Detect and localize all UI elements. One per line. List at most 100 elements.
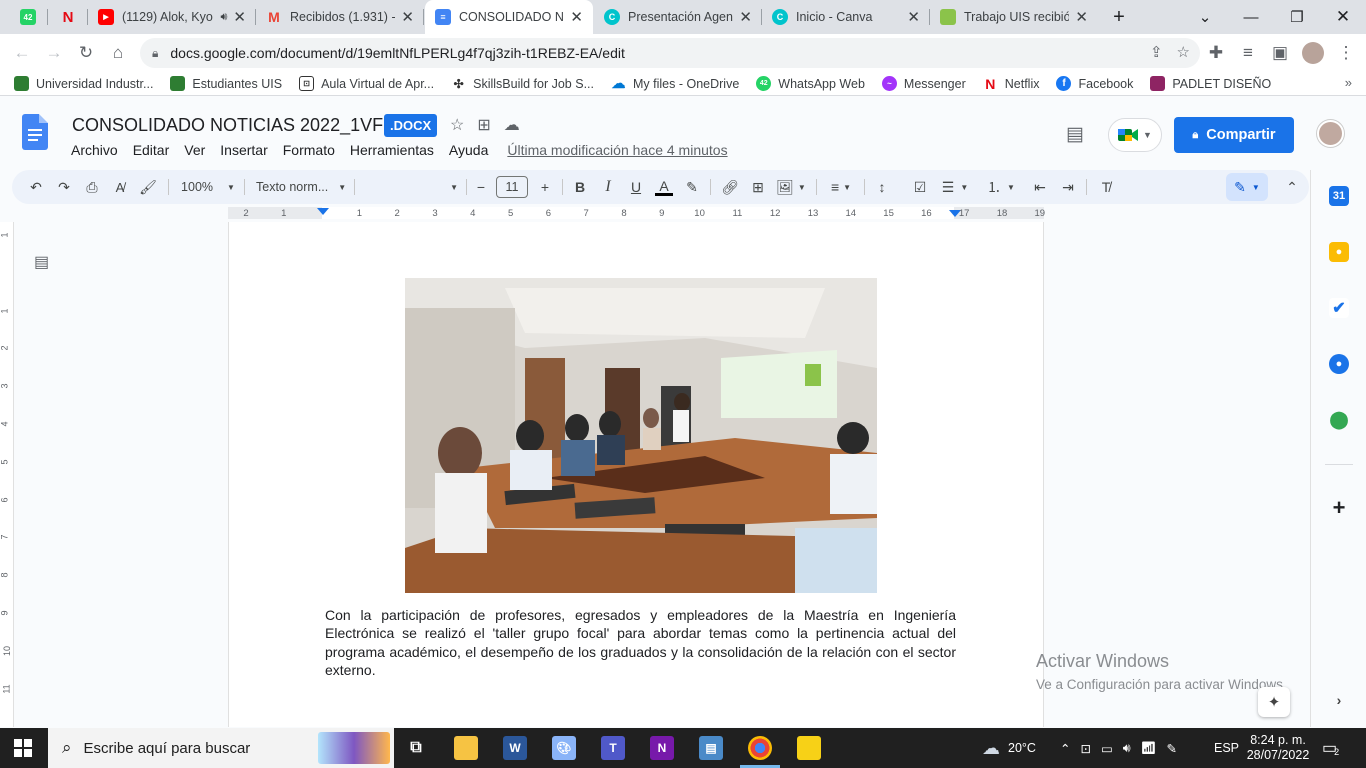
bookmark-item[interactable]: ~ Messenger — [881, 76, 966, 91]
menu-archivo[interactable]: Archivo — [71, 142, 118, 158]
spellcheck-icon[interactable]: A̸ — [108, 170, 132, 204]
side-panel-icon[interactable]: ▣ — [1264, 37, 1296, 69]
close-icon[interactable]: ✕ — [739, 8, 752, 26]
tab-whatsapp[interactable]: 42 — [8, 0, 48, 34]
paragraph-text[interactable]: Con la participación de profesores, egre… — [325, 606, 956, 679]
underline-button[interactable]: U — [624, 170, 648, 204]
chrome-icon[interactable] — [748, 736, 772, 760]
font-family-select[interactable]: ▼ — [362, 170, 458, 204]
account-avatar[interactable] — [1317, 120, 1344, 147]
clear-formatting-icon[interactable]: T̸ — [1094, 170, 1118, 204]
star-icon[interactable]: ☆ — [450, 115, 464, 135]
close-icon[interactable]: ✕ — [570, 8, 583, 26]
extensions-icon[interactable]: ✚ — [1200, 37, 1232, 69]
restore-button[interactable]: ❐ — [1274, 0, 1320, 34]
bookmark-item[interactable]: ✣ SkillsBuild for Job S... — [451, 76, 594, 91]
windows-start-icon[interactable] — [14, 739, 32, 757]
home-button[interactable]: ⌂ — [102, 37, 134, 69]
keep-icon[interactable]: ● — [1329, 242, 1349, 262]
onenote-icon[interactable]: N — [650, 736, 674, 760]
tab-gmail[interactable]: M Recibidos (1.931) - c ✕ — [256, 0, 424, 34]
align-icon[interactable]: ≡ ▼ — [824, 170, 858, 204]
clock[interactable]: 8:24 p. m. 28/07/2022 — [1246, 728, 1310, 768]
task-view-icon[interactable]: ⧉ — [404, 736, 428, 760]
sticky-notes-icon[interactable] — [797, 736, 821, 760]
tab-netflix[interactable]: N — [48, 0, 88, 34]
maps-icon[interactable]: ⬤ — [1329, 410, 1349, 430]
paint-format-icon[interactable]: 🖌︎ — [136, 170, 160, 204]
weather-widget[interactable]: ☁ 20°C — [982, 728, 1036, 768]
bookmark-item[interactable]: PADLET DISEÑO — [1150, 76, 1271, 91]
print-icon[interactable]: ⎙ — [80, 170, 104, 204]
meet-now-icon[interactable]: ⊡ — [1080, 741, 1090, 756]
close-icon[interactable]: ✕ — [907, 8, 920, 26]
tab-search-icon[interactable]: ⌄ — [1182, 0, 1228, 34]
tab-docs[interactable]: ≡ CONSOLIDADO NOT ✕ — [425, 0, 593, 34]
language-indicator[interactable]: ESP — [1214, 728, 1239, 768]
italic-button[interactable]: I — [596, 170, 620, 204]
add-addon-icon[interactable]: + — [1329, 495, 1349, 520]
tasks-icon[interactable]: ✔ — [1329, 298, 1349, 318]
paint-icon[interactable]: 🎨︎ — [552, 736, 576, 760]
tab-canva-presentation[interactable]: C Presentación Agenc ✕ — [594, 0, 762, 34]
new-tab-button[interactable]: + — [1096, 0, 1142, 34]
forward-button[interactable]: → — [38, 37, 70, 69]
tab-sheets[interactable]: Trabajo UIS recibió ✕ — [930, 0, 1098, 34]
font-size-field[interactable]: 11 — [496, 176, 528, 198]
close-icon[interactable]: ✕ — [401, 8, 414, 26]
tab-youtube[interactable]: ▶ (1129) Alok, Kyo 🔊︎ ✕ — [88, 0, 256, 34]
bold-button[interactable]: B — [568, 170, 592, 204]
numbered-list-icon[interactable]: ⒈ ▼ — [984, 170, 1018, 204]
minimize-button[interactable]: — — [1228, 0, 1274, 34]
menu-insertar[interactable]: Insertar — [220, 142, 267, 158]
bookmark-item[interactable]: f Facebook — [1056, 76, 1133, 91]
share-icon[interactable]: ⇪ — [1150, 43, 1163, 61]
highlight-color-icon[interactable]: ✎ — [680, 170, 704, 204]
cloud-status-icon[interactable]: ☁ — [504, 115, 520, 135]
redo-icon[interactable]: ↷ — [52, 170, 76, 204]
paragraph-style-select[interactable]: Texto norm... ▼ — [256, 170, 348, 204]
move-folder-icon[interactable]: ⊞ — [477, 115, 490, 135]
menu-ver[interactable]: Ver — [184, 142, 205, 158]
horizontal-ruler[interactable]: 2 1 1 2 3 4 5 6 7 8 9 10 11 12 13 14 15 16 17 18 19 — [228, 206, 1045, 220]
editing-mode-button[interactable]: ✎ ▼ — [1226, 173, 1268, 201]
meet-button[interactable]: ▼ — [1108, 118, 1162, 152]
close-icon[interactable]: ✕ — [1075, 8, 1088, 26]
teams-icon[interactable]: T — [601, 736, 625, 760]
contacts-icon[interactable]: ● — [1329, 354, 1349, 374]
menu-ayuda[interactable]: Ayuda — [449, 142, 488, 158]
vertical-ruler[interactable]: 1 1 2 3 4 5 6 7 8 9 10 11 — [0, 222, 14, 727]
pen-icon[interactable]: ✎ — [1167, 741, 1177, 756]
word-icon[interactable]: W — [503, 736, 527, 760]
close-icon[interactable]: ✕ — [233, 8, 246, 26]
show-hidden-icons-icon[interactable]: ⌃ — [1060, 741, 1070, 756]
share-button[interactable]: 🔒︎ Compartir — [1174, 117, 1294, 153]
increase-font-size-button[interactable]: + — [536, 170, 554, 204]
wifi-icon[interactable]: 📶︎ — [1141, 741, 1157, 756]
bookmark-item[interactable]: Estudiantes UIS — [170, 76, 282, 91]
bookmark-item[interactable]: Universidad Industr... — [14, 76, 153, 91]
zoom-select[interactable]: 100% ▼ — [178, 170, 238, 204]
bookmark-item[interactable]: ☁ My files - OneDrive — [611, 75, 740, 91]
chevron-right-icon[interactable]: › — [1329, 690, 1349, 710]
taskbar-search-box[interactable]: ⌕ Escribe aquí para buscar — [48, 728, 394, 768]
undo-icon[interactable]: ↶ — [24, 170, 48, 204]
file-explorer-icon[interactable] — [454, 736, 478, 760]
comments-icon[interactable]: ▤ — [1066, 123, 1084, 146]
explore-button[interactable]: ✦ — [1258, 687, 1290, 717]
increase-indent-icon[interactable]: ⇥ — [1056, 170, 1080, 204]
insert-image-icon[interactable]: 🖼︎ ▼ — [774, 170, 808, 204]
volume-icon[interactable]: 🔊︎ — [1123, 741, 1131, 756]
bookmark-item[interactable]: 42 WhatsApp Web — [756, 76, 865, 91]
back-button[interactable]: ← — [6, 37, 38, 69]
bulleted-list-icon[interactable]: ☰ ▼ — [938, 170, 972, 204]
url-field[interactable]: 🔒︎ docs.google.com/document/d/19emltNfLP… — [140, 38, 1200, 68]
lock-icon[interactable]: 🔒︎ — [152, 46, 158, 61]
docs-logo-icon[interactable] — [22, 114, 48, 150]
insert-link-icon[interactable]: 🔗︎ — [718, 170, 742, 204]
document-title[interactable]: CONSOLIDADO NOTICIAS 2022_1VF — [72, 115, 383, 136]
media-control-icon[interactable]: ≡ — [1232, 37, 1264, 69]
hide-menus-icon[interactable]: ⌃ — [1280, 170, 1304, 204]
battery-icon[interactable]: ▭ — [1101, 741, 1113, 756]
decrease-font-size-button[interactable]: − — [472, 170, 490, 204]
